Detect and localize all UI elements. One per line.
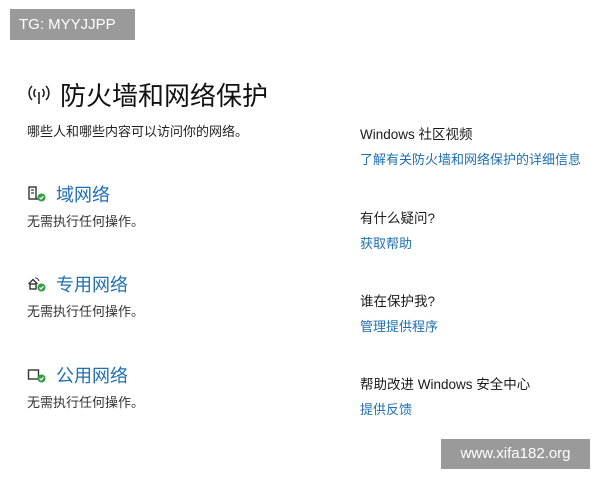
sidebar-block-questions: 有什么疑问? 获取帮助 [360, 207, 435, 252]
public-network-icon [27, 366, 47, 384]
learn-more-link[interactable]: 了解有关防火墙和网络保护的详细信息 [360, 149, 581, 168]
give-feedback-link[interactable]: 提供反馈 [360, 399, 530, 418]
page-title: 防火墙和网络保护 [60, 81, 269, 112]
sidebar-block-community-videos: Windows 社区视频 了解有关防火墙和网络保护的详细信息 [360, 123, 581, 168]
manage-providers-link[interactable]: 管理提供程序 [360, 316, 438, 335]
sidebar-block-feedback: 帮助改进 Windows 安全中心 提供反馈 [360, 373, 530, 418]
sidebar-heading-feedback: 帮助改进 Windows 安全中心 [360, 377, 531, 392]
watermark-text-top: TG: MYYJJPP [19, 16, 116, 33]
page-header: 防火墙和网络保护 [26, 76, 268, 112]
private-network-link[interactable]: 专用网络 [56, 271, 128, 297]
domain-network-icon [27, 185, 47, 203]
public-network-link[interactable]: 公用网络 [56, 362, 128, 388]
network-section-domain: 域网络 无需执行任何操作。 [27, 181, 144, 230]
get-help-link[interactable]: 获取帮助 [360, 233, 435, 252]
domain-network-link[interactable]: 域网络 [56, 181, 110, 207]
page-subtitle: 哪些人和哪些内容可以访问你的网络。 [27, 125, 249, 140]
sidebar-heading-questions: 有什么疑问? [360, 211, 436, 226]
sidebar-block-protection: 谁在保护我? 管理提供程序 [360, 290, 438, 335]
private-network-icon [27, 275, 47, 293]
sidebar-heading-protection: 谁在保护我? [360, 294, 436, 309]
wifi-antenna-icon [26, 82, 52, 106]
domain-network-status: 无需执行任何操作。 [27, 215, 145, 230]
network-section-public: 公用网络 无需执行任何操作。 [27, 362, 144, 411]
private-network-status: 无需执行任何操作。 [27, 305, 145, 320]
sidebar-heading-community-videos: Windows 社区视频 [360, 127, 473, 142]
watermark-text-bottom: www.xifa182.org [460, 445, 571, 462]
watermark-badge-top: TG: MYYJJPP [10, 9, 135, 40]
network-section-private: 专用网络 无需执行任何操作。 [27, 271, 144, 320]
watermark-badge-bottom: www.xifa182.org [441, 439, 590, 469]
public-network-status: 无需执行任何操作。 [27, 396, 145, 411]
